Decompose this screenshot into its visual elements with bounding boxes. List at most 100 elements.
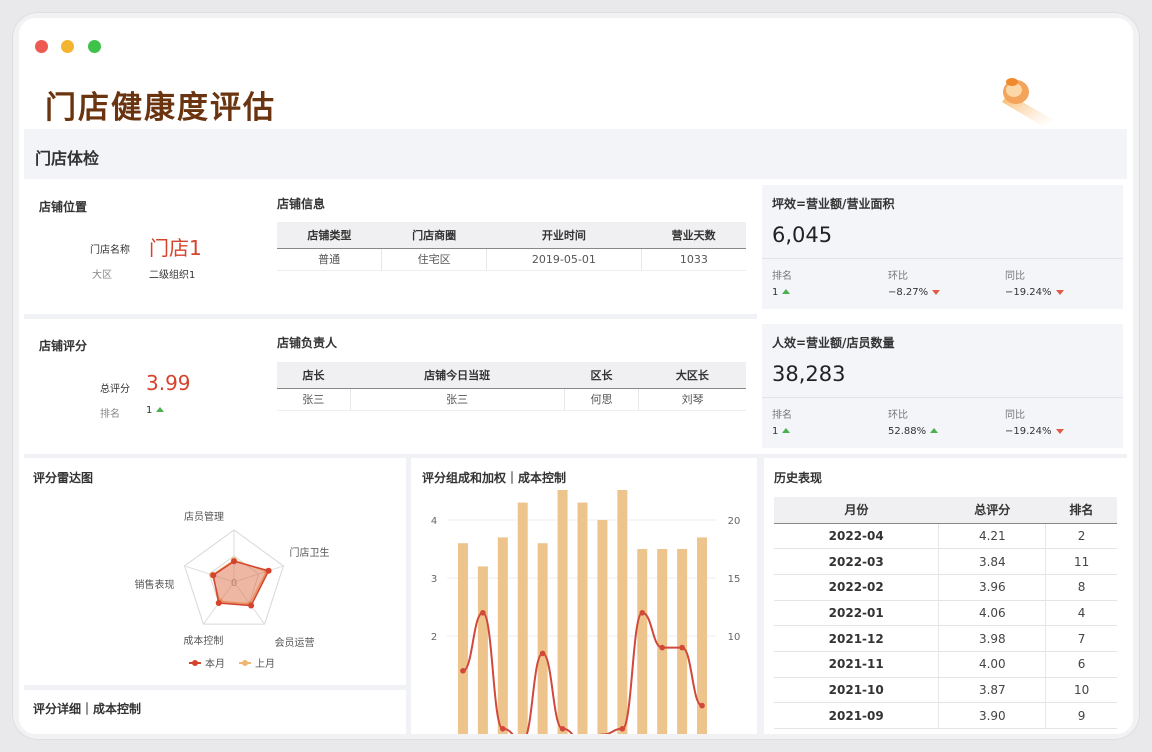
up-arrow-icon [156,407,165,412]
kpi-value: 38,283 [772,362,846,386]
table-row: 2021-11 4.00 6 [774,651,1117,678]
store-managers-table: 店长 店铺今日当班 区长 大区长 张三 张三 何思 刘琴 [277,362,746,411]
col-divider [757,458,764,734]
mom-label: 环比 [888,271,908,282]
table-row: 普通 住宅区 2019-05-01 1033 [277,248,746,271]
region-value: 二级组织1 [149,270,196,281]
store-managers-title: 店铺负责人 [277,336,338,350]
managers-header: 店铺今日当班 [350,362,565,389]
row-divider [24,314,757,319]
kpi-title: 坪效=营业额/营业面积 [772,197,895,211]
bar [597,520,608,734]
minimize-window-dot[interactable] [61,40,74,53]
page-title: 门店健康度评估 [45,90,276,126]
maximize-window-dot[interactable] [88,40,101,53]
bar [517,502,528,734]
y-left-tick-label: 4 [431,516,437,527]
score-cell: 4.21 [938,523,1047,550]
table-row: 2022-02 3.96 8 [774,574,1117,601]
bar [497,537,508,734]
score-cell: 3.98 [938,625,1047,652]
section-title: 门店体检 [35,149,100,168]
y-right-tick-label: 15 [728,574,741,585]
mom-value: 52.88% [888,426,927,437]
rank-cell: 11 [1045,548,1117,575]
table-row: 张三 张三 何思 刘琴 [277,388,746,411]
combo-chart: 543225201510 [431,490,741,734]
store-info-header: 店铺类型 [277,222,382,249]
district-manager-cell: 何思 [564,388,640,411]
radar-chart: 0店员管理门店卫生会员运营成本控制销售表现本月上月 [135,510,330,670]
rank-cell: 6 [1045,651,1117,678]
bar [577,502,588,734]
line-point [460,668,466,674]
on-duty-cell: 张三 [350,388,565,411]
legend-swatch-dot [192,660,198,666]
kpi-area-efficiency-card: 坪效=营业额/营业面积 6,045 排名 环比 同比 1 −8.27% −19.… [762,185,1123,309]
table-row: 2021-12 3.98 7 [774,625,1117,652]
open-date-cell: 2019-05-01 [486,248,642,271]
radar-point [231,558,237,565]
score-cell: 3.90 [938,702,1047,729]
month-cell: 2022-02 [774,574,940,601]
score-detail-title: 评分详细｜成本控制 [33,702,142,716]
mom-value: −8.27% [888,287,929,298]
score-cell: 3.84 [938,548,1047,575]
radar-axis-label: 店员管理 [184,510,224,523]
store-manager-cell: 张三 [277,388,351,411]
mom-label: 环比 [888,410,908,421]
yoy-value: −19.24% [1005,287,1052,298]
yoy-label: 同比 [1005,410,1025,421]
bar [677,549,688,734]
rank-label: 排名 [772,271,792,282]
bar [657,549,668,734]
radar-chart-title: 评分雷达图 [33,471,94,485]
radar-point [215,600,222,607]
row-divider [24,685,406,690]
history-header-month: 月份 [774,497,939,524]
rank-cell: 10 [1045,677,1117,704]
radar-axis-label: 门店卫生 [289,546,329,559]
score-cell: 4.06 [938,600,1047,627]
rank-cell: 2 [1045,523,1117,550]
section-header: 门店体检 [24,129,1127,179]
month-cell: 2021-11 [774,651,940,678]
bar [537,543,548,734]
line-point [659,644,665,651]
store-info-title: 店铺信息 [277,197,326,211]
rank-label: 排名 [772,410,792,421]
deco-coin-icon [1002,78,1054,126]
history-table: 月份 总评分 排名 2022-04 4.21 2 2022-03 3.84 11 2022-… [774,497,1117,729]
business-district-cell: 住宅区 [381,248,488,271]
month-cell: 2022-03 [774,548,940,575]
line-point [699,702,705,709]
managers-header: 区长 [564,362,639,389]
business-days-cell: 1033 [641,248,746,271]
history-header-rank: 排名 [1045,497,1117,524]
y-right-tick-label: 10 [728,632,741,643]
month-cell: 2021-12 [774,625,940,652]
divider [762,258,1123,259]
region-manager-cell: 刘琴 [638,388,746,411]
legend-swatch-dot [242,660,248,666]
store-name-label: 门店名称 [90,245,130,256]
score-cell: 3.96 [938,574,1047,601]
legend-label: 本月 [205,657,225,670]
close-window-dot[interactable] [35,40,48,53]
region-label: 大区 [92,270,112,281]
kpi-title: 人效=营业额/店员数量 [772,336,895,350]
radar-axis-label: 成本控制 [183,634,223,647]
total-score-label: 总评分 [100,384,130,395]
store-type-cell: 普通 [277,248,383,271]
store-info-header: 门店商圈 [381,222,487,249]
rank-cell: 9 [1045,702,1117,729]
rank-cell: 4 [1045,600,1117,627]
rank-value: 1 [772,287,779,298]
history-title: 历史表现 [774,471,823,485]
yoy-label: 同比 [1005,271,1025,282]
store-info-table: 店铺类型 门店商圈 开业时间 营业天数 普通 住宅区 2019-05-01 10… [277,222,746,271]
bar [457,543,468,734]
radar-point [248,602,255,609]
radar-axis-label: 会员运营 [275,636,315,649]
down-arrow-icon [1055,290,1064,295]
